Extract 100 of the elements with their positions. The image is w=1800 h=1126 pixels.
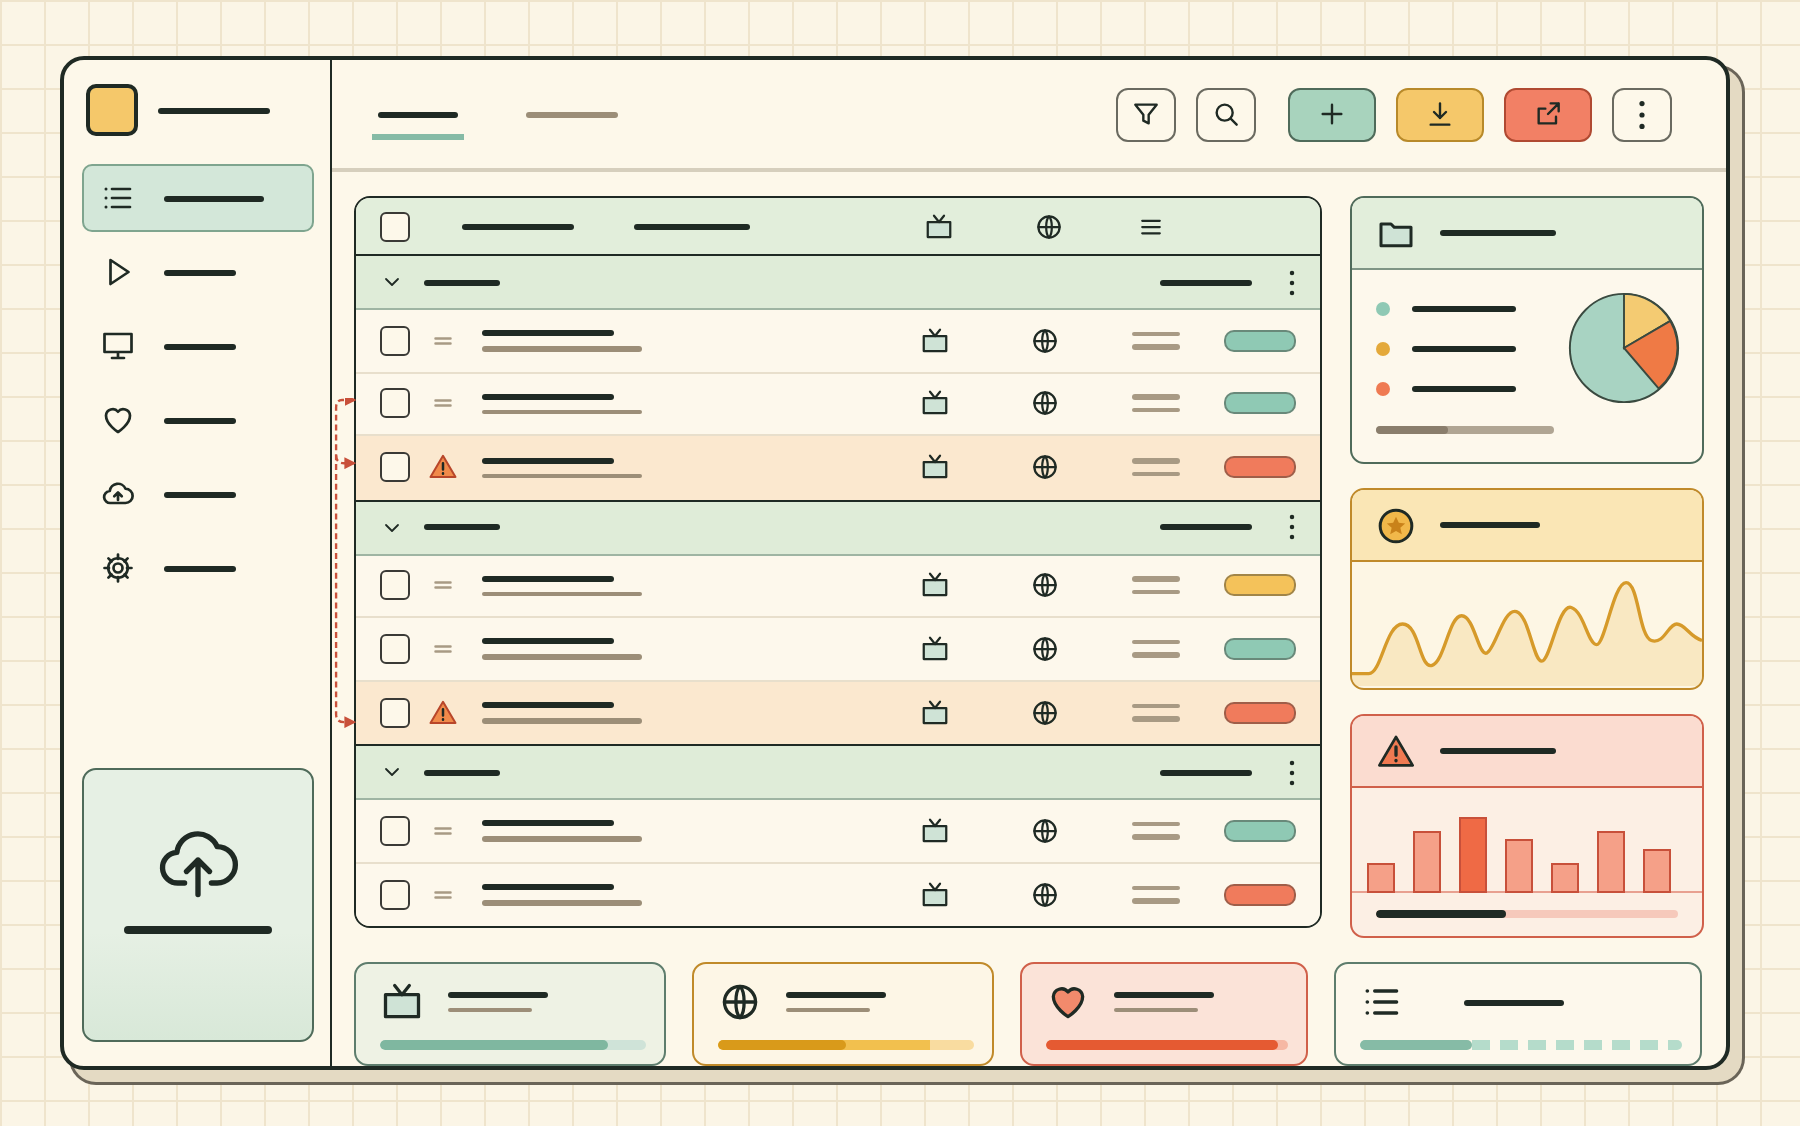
placeholder-line (1114, 1007, 1199, 1013)
placeholder-line (1464, 999, 1565, 1005)
tv-icon (920, 879, 950, 910)
placeholder-line (164, 565, 236, 571)
globe-icon (718, 980, 763, 1024)
group-header[interactable] (356, 256, 1320, 310)
globe-icon (1034, 211, 1064, 241)
add-button[interactable] (1288, 87, 1376, 141)
warning-icon (428, 697, 458, 728)
placeholder-line (462, 223, 574, 229)
table-row[interactable] (356, 436, 1320, 499)
more-icon (1638, 99, 1646, 129)
placeholder-line (482, 457, 614, 463)
placeholder-line (1160, 524, 1252, 530)
share-icon (1532, 98, 1564, 130)
globe-icon (1030, 570, 1060, 601)
placeholder-line (1412, 345, 1516, 351)
settings-icon (100, 550, 136, 586)
checkbox[interactable] (380, 815, 410, 846)
tv-icon (920, 388, 950, 419)
placeholder-line (158, 107, 270, 113)
table-row[interactable] (356, 373, 1320, 436)
placeholder-line (482, 330, 614, 336)
lines-icon (1132, 639, 1180, 658)
tv-icon (380, 980, 424, 1024)
placeholder-line (1160, 279, 1252, 285)
table-row[interactable] (356, 863, 1320, 926)
lines-icon (1132, 331, 1180, 350)
checkbox[interactable] (380, 388, 410, 419)
group-header[interactable] (356, 746, 1320, 800)
globe-icon (1030, 452, 1060, 483)
lines-icon (1132, 821, 1180, 840)
placeholder-line (1160, 769, 1252, 775)
tv-icon (920, 570, 950, 601)
globe-icon (1030, 325, 1060, 356)
pie-chart-drawing (1566, 290, 1682, 406)
more-icon (1288, 759, 1296, 785)
placeholder-line (448, 1007, 532, 1013)
checkbox[interactable] (380, 325, 410, 356)
group-header[interactable] (356, 501, 1320, 555)
checkbox[interactable] (380, 452, 410, 483)
table-row[interactable] (356, 555, 1320, 618)
tv-icon (920, 452, 950, 483)
lines-icon (1132, 458, 1180, 477)
placeholder-line (378, 112, 458, 118)
placeholder-line (1440, 748, 1556, 754)
more-icon (1288, 514, 1296, 540)
checkbox[interactable] (380, 570, 410, 601)
globe-icon (1030, 633, 1060, 664)
placeholder-line (634, 223, 750, 229)
lines-icon (1132, 394, 1180, 413)
placeholder-line (786, 1007, 871, 1013)
filter-icon (1130, 98, 1162, 130)
placeholder-line (786, 991, 887, 998)
placeholder-line (482, 702, 614, 708)
share-button[interactable] (1504, 87, 1592, 141)
placeholder-line (1412, 305, 1516, 311)
placeholder-line (424, 524, 500, 530)
filter-button[interactable] (1116, 87, 1176, 141)
checkbox[interactable] (380, 633, 410, 664)
search-button[interactable] (1196, 87, 1256, 141)
upload-card[interactable] (82, 768, 314, 1042)
heart-icon (100, 402, 136, 438)
placeholder-line (448, 991, 548, 998)
placeholder-line (482, 820, 614, 826)
placeholder-line (482, 393, 614, 399)
sidebar-item[interactable] (82, 164, 314, 232)
placeholder-line (164, 417, 236, 423)
placeholder-line (1440, 230, 1556, 236)
lines-icon (1132, 703, 1180, 722)
placeholder-line (164, 195, 264, 201)
globe-icon (1030, 697, 1060, 728)
lines-icon (1132, 576, 1180, 595)
tv-icon (920, 633, 950, 664)
tv-icon (924, 211, 954, 241)
tv-icon (920, 815, 950, 846)
checkbox[interactable] (380, 879, 410, 910)
table-row[interactable] (356, 681, 1320, 744)
more-button[interactable] (1612, 87, 1672, 141)
download-button[interactable] (1396, 87, 1484, 141)
globe-icon (1030, 815, 1060, 846)
checkbox[interactable] (380, 211, 410, 241)
placeholder-line (1412, 385, 1516, 391)
warning-icon (428, 452, 458, 483)
more-icon (1288, 269, 1296, 295)
placeholder-line (482, 575, 614, 581)
placeholder-line (1114, 991, 1215, 998)
placeholder-line (482, 638, 614, 644)
logo-square (86, 84, 138, 136)
placeholder-line (482, 884, 614, 890)
search-icon (1210, 98, 1242, 130)
globe-icon (1030, 879, 1060, 910)
lines-icon (1132, 885, 1180, 904)
placeholder-line (424, 769, 500, 775)
placeholder-line (526, 112, 618, 118)
checkbox[interactable] (380, 697, 410, 728)
tv-icon (920, 325, 950, 356)
placeholder-line (164, 343, 236, 349)
placeholder-line (164, 269, 236, 275)
download-icon (1424, 98, 1456, 130)
